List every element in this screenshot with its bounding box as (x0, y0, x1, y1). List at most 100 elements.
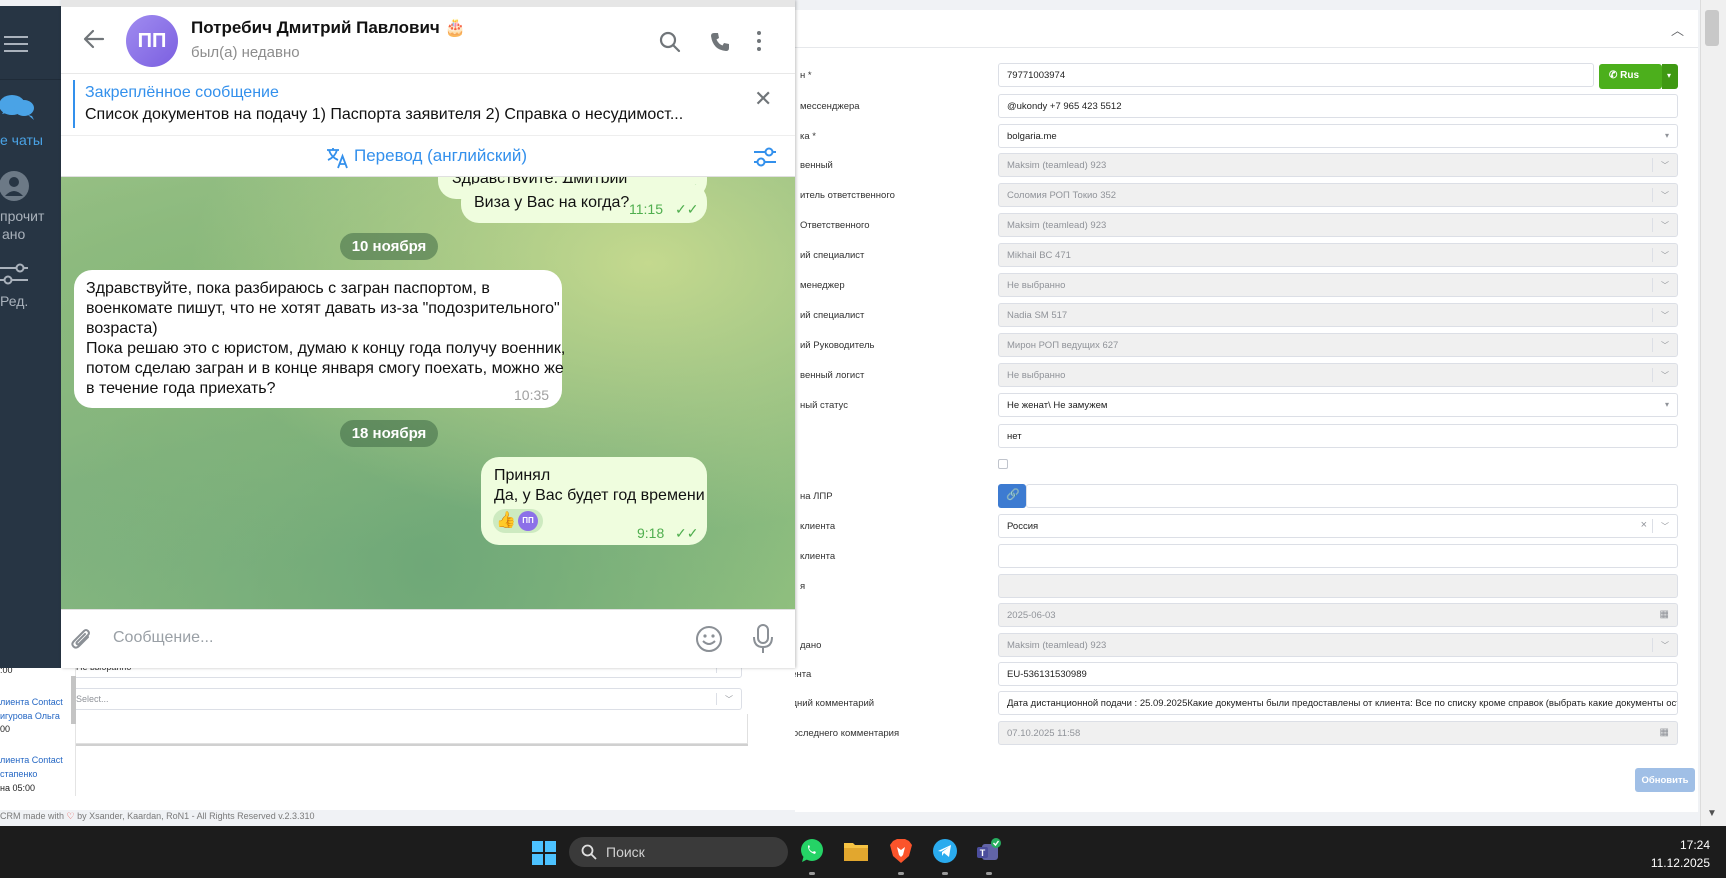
chevron-down-icon[interactable]: ﹀ (1661, 310, 1669, 321)
search-icon[interactable] (659, 31, 681, 53)
notification-link[interactable]: игурова Ольга (0, 711, 60, 721)
field-value: Не женат\ Не замужем (1007, 400, 1108, 411)
field-label: менеджер (800, 280, 845, 291)
form-field: Maksim (teamlead) 923 ﹀ (998, 633, 1678, 657)
sidebar-item-all-chats[interactable]: е чаты (0, 90, 61, 154)
clear-icon[interactable]: × (1641, 519, 1647, 531)
notification-link[interactable]: стапенко (0, 769, 37, 779)
chevron-down-icon[interactable]: ▾ (1665, 131, 1669, 140)
form-field[interactable] (998, 544, 1678, 568)
update-button[interactable]: Обновить (1635, 768, 1695, 792)
message-bubble[interactable]: Виза у Вас на когда? 11:15 ✓✓ (461, 183, 707, 223)
field-value: Maksim (teamlead) 923 (1007, 220, 1107, 231)
emoji-icon[interactable] (695, 625, 723, 653)
form-field: Не выбранно ﹀ (998, 273, 1678, 297)
form-field[interactable]: Россия × ﹀ (998, 514, 1678, 538)
paperclip-icon[interactable] (69, 626, 95, 654)
form-field[interactable]: bolgaria.me ▾ (998, 124, 1678, 148)
form-field[interactable]: EU-536131530989 (998, 662, 1678, 686)
notification-scrollbar[interactable] (71, 676, 76, 724)
form-field[interactable]: @ukondy +7 965 423 5512 (998, 94, 1678, 118)
teams-icon[interactable]: T (976, 838, 1002, 864)
telegram-icon[interactable] (932, 838, 958, 864)
taskbar-clock-time[interactable]: 17:24 (1680, 838, 1710, 852)
divider (1652, 338, 1653, 352)
hamburger-menu-icon[interactable] (4, 36, 28, 54)
collapse-icon[interactable]: ︿ (1671, 20, 1684, 39)
form-field[interactable]: Дата дистанционной подачи : 25.09.2025Ка… (998, 691, 1678, 715)
thumbs-up-icon: 👍 (496, 512, 516, 529)
call-button[interactable]: ✆ Rus (1599, 64, 1662, 89)
chevron-down-icon[interactable]: ﹀ (1661, 280, 1669, 291)
form-field[interactable]: 79771003974 (998, 63, 1594, 87)
lpr-link-field[interactable] (1026, 484, 1678, 508)
chat-messages-area[interactable]: Здравствуйте, Дмитрий 11:15 ✓✓ Виза у Ва… (61, 177, 795, 609)
taskbar-clock-date[interactable]: 11.12.2025 (1651, 856, 1710, 870)
chevron-down-icon[interactable]: ﹀ (1661, 640, 1669, 651)
message-text: Принял Да, у Вас будет год времени (494, 465, 705, 507)
pinned-title: Закреплённое сообщение (85, 84, 279, 101)
app-running-indicator (809, 872, 815, 875)
chevron-down-icon[interactable]: ﹀ (1661, 340, 1669, 351)
avatar[interactable]: ПП (126, 15, 178, 67)
notification-link[interactable]: лиента Contact (0, 755, 63, 765)
close-icon[interactable]: ✕ (754, 88, 772, 110)
left-text-area[interactable] (70, 714, 748, 744)
microphone-icon[interactable] (751, 623, 775, 655)
notification-time: на 05:00 (0, 783, 35, 793)
phone-icon[interactable] (709, 31, 731, 53)
message-input[interactable] (113, 618, 613, 658)
message-bubble[interactable]: Принял Да, у Вас будет год времени 👍 ПП … (481, 457, 707, 545)
notification-link[interactable]: лиента Contact (0, 697, 63, 707)
calendar-icon: ▦ (1659, 727, 1669, 738)
reaction-badge[interactable]: 👍 ПП (493, 509, 543, 533)
left-select-2-value: Select... (76, 694, 109, 704)
chevron-down-icon[interactable]: ﹀ (1661, 220, 1669, 231)
chevron-down-icon[interactable]: ﹀ (1661, 190, 1669, 201)
form-field: 07.10.2025 11:58 ▦ (998, 721, 1678, 745)
scroll-down-icon[interactable]: ▼ (1707, 808, 1717, 819)
reaction-avatar: ПП (518, 511, 538, 531)
chat-header: ПП Потребич Дмитрий Павлович 🎂 был(а) не… (61, 0, 795, 73)
pinned-message[interactable]: Закреплённое сообщение Список документов… (61, 73, 795, 135)
more-options-icon[interactable] (757, 31, 761, 55)
form-field[interactable]: нет (998, 424, 1678, 448)
sidebar-item-edit[interactable]: Ред. (0, 261, 61, 311)
form-field[interactable]: Не женат\ Не замужем ▾ (998, 393, 1678, 417)
divider (1652, 188, 1653, 202)
crm-checkbox[interactable] (998, 459, 1008, 469)
taskbar-search[interactable]: Поиск (569, 837, 788, 867)
message-time: 10:35 (514, 387, 550, 403)
chevron-down-icon[interactable]: ﹀ (1661, 521, 1669, 532)
form-field: 2025-06-03 ▦ (998, 603, 1678, 627)
divider (1652, 158, 1653, 172)
translate-bar[interactable]: Перевод (английский) (61, 135, 795, 177)
call-dropdown-button[interactable]: ▾ (1662, 64, 1678, 89)
birthday-cake-icon: 🎂 (444, 18, 466, 37)
field-label: на ЛПР (800, 491, 833, 502)
chevron-down-icon[interactable]: ▾ (1665, 400, 1669, 409)
contact-name[interactable]: Потребич Дмитрий Павлович 🎂 (191, 18, 466, 38)
page-scrollbar[interactable] (1700, 0, 1726, 826)
message-composer (61, 609, 795, 668)
translate-settings-icon[interactable] (753, 146, 777, 168)
field-value: Maksim (teamlead) 923 (1007, 160, 1107, 171)
chevron-down-icon[interactable]: ﹀ (1661, 370, 1669, 381)
search-label: Поиск (606, 844, 645, 860)
message-bubble[interactable]: Здравствуйте, пока разбираюсь с загран п… (74, 270, 565, 408)
field-value: Россия (1007, 521, 1039, 532)
chats-icon (0, 95, 34, 120)
link-icon[interactable]: 🔗 (998, 484, 1026, 508)
file-explorer-icon[interactable] (843, 838, 869, 864)
left-select-2[interactable]: Select... ﹀ (70, 688, 742, 710)
chevron-down-icon[interactable]: ﹀ (1661, 250, 1669, 261)
windows-start-icon[interactable] (532, 841, 556, 865)
brave-icon[interactable] (888, 838, 914, 864)
page-scrollbar-thumb[interactable] (1705, 10, 1719, 46)
chevron-down-icon[interactable]: ﹀ (1661, 160, 1669, 171)
whatsapp-icon[interactable] (799, 838, 825, 864)
back-arrow-icon[interactable] (83, 29, 105, 49)
sidebar-item-unread[interactable]: прочит ано (0, 166, 61, 246)
field-value: 07.10.2025 11:58 (1007, 728, 1081, 739)
date-separator: 10 ноября (340, 233, 438, 260)
